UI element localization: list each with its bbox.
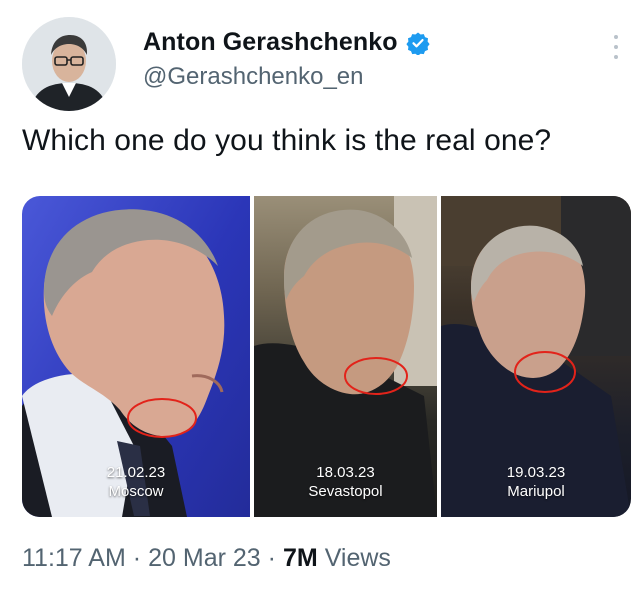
views-count: 7M [283,544,318,572]
meta-separator: · [132,544,142,572]
media-panel-mariupol[interactable]: 19.03.23 Mariupol [441,196,631,517]
more-options-icon[interactable] [606,32,626,62]
author-handle[interactable]: @Gerashchenko_en [143,63,430,91]
more-dot [614,35,618,39]
media-caption: 19.03.23 Mariupol [441,463,631,501]
tweet-meta: 11:17 AM · 20 Mar 23 · 7M Views [22,544,391,573]
more-dot [614,45,618,49]
tweet-text: Which one do you think is the real one? [22,124,552,157]
tweet-media[interactable]: 21.02.23 Moscow 18.03.23 Sevastopol 19.0… [22,196,631,517]
caption-place: Sevastopol [308,483,383,500]
caption-date: 18.03.23 [316,464,375,481]
tweet-time[interactable]: 11:17 AM [22,544,126,573]
more-dot [614,55,618,59]
media-panel-moscow[interactable]: 21.02.23 Moscow [22,196,250,517]
meta-separator: · [267,544,276,572]
caption-date: 21.02.23 [106,464,166,481]
caption-date: 19.03.23 [506,464,566,481]
tweet-date[interactable]: 20 Mar 23 [148,544,261,573]
author-avatar[interactable] [22,17,116,111]
verified-badge-icon [406,32,430,55]
views-label: Views [324,544,391,572]
media-caption: 21.02.23 Moscow [22,463,250,501]
media-caption: 18.03.23 Sevastopol [254,463,437,501]
caption-place: Moscow [108,483,164,500]
avatar-image [22,17,116,111]
author-block[interactable]: Anton Gerashchenko @Gerashchenko_en [143,28,430,91]
caption-place: Mariupol [507,483,565,500]
media-panel-sevastopol[interactable]: 18.03.23 Sevastopol [254,196,437,517]
author-display-name[interactable]: Anton Gerashchenko [143,28,398,57]
